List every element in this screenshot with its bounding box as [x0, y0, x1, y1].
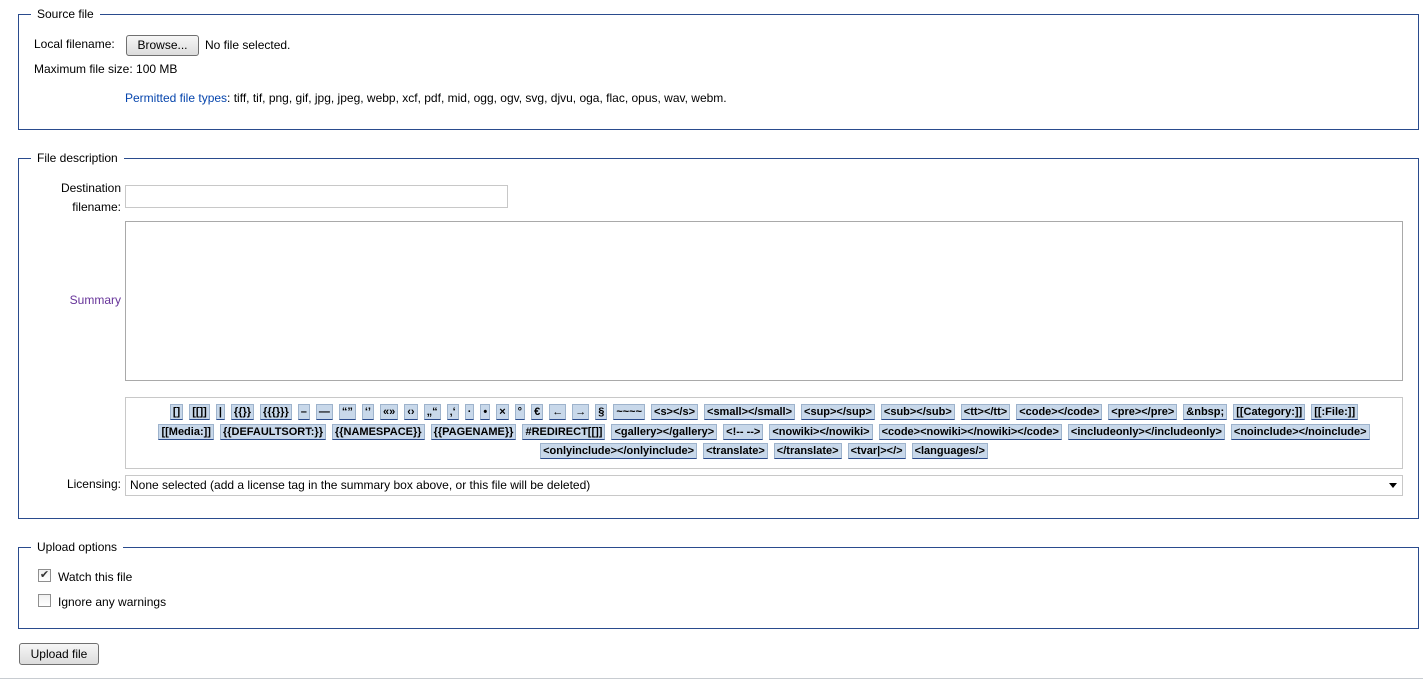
- special-char-button[interactable]: {{NAMESPACE}}: [331, 423, 425, 440]
- destination-label-line1: Destination: [60, 181, 121, 195]
- max-file-size-label: Maximum file size: 100 MB: [34, 62, 177, 77]
- special-char-button[interactable]: ‚‘: [446, 404, 459, 420]
- special-char-button[interactable]: <translate>: [703, 443, 768, 459]
- special-char-button[interactable]: <code><nowiki></nowiki></code>: [878, 423, 1062, 440]
- special-char-button[interactable]: €: [531, 404, 544, 420]
- watch-file-checkbox[interactable]: ✔: [38, 569, 51, 582]
- special-characters-toolbar: [] [[]] | {{}} {{{}}} – — “” ‘’ «» ‹› „“ ‚‘ · • × ° € ← → § ~…: [125, 397, 1403, 469]
- special-char-button[interactable]: [[]]: [189, 404, 210, 420]
- special-char-button[interactable]: <tvar|></>: [847, 443, 906, 459]
- special-char-button[interactable]: <noinclude></noinclude>: [1230, 423, 1370, 440]
- licensing-selected-value: None selected (add a license tag in the …: [130, 478, 591, 492]
- special-char-button[interactable]: ~~~~: [613, 404, 646, 420]
- destination-label: Destination filename:: [40, 179, 121, 217]
- browse-button[interactable]: Browse...: [126, 35, 199, 56]
- upload-options-fieldset: Upload options: [18, 540, 1419, 629]
- special-char-button[interactable]: <nowiki></nowiki>: [769, 423, 873, 440]
- max-size-value: 100 MB: [136, 62, 178, 76]
- special-char-button[interactable]: <tt></tt>: [960, 404, 1011, 420]
- special-char-button[interactable]: &nbsp;: [1183, 404, 1228, 420]
- special-char-button[interactable]: ·: [464, 404, 475, 420]
- special-char-button[interactable]: <sub></sub>: [880, 404, 955, 420]
- licensing-select[interactable]: None selected (add a license tag in the …: [125, 475, 1403, 496]
- special-char-button[interactable]: <includeonly></includeonly>: [1067, 423, 1225, 440]
- special-char-button[interactable]: |: [215, 404, 225, 420]
- special-char-button[interactable]: →: [572, 404, 590, 420]
- special-char-button[interactable]: „“: [423, 404, 441, 420]
- licensing-label: Licensing:: [66, 477, 121, 491]
- special-char-button[interactable]: ×: [496, 404, 509, 420]
- summary-label: Summary: [69, 293, 121, 307]
- no-file-selected-text: No file selected.: [205, 38, 291, 52]
- source-file-legend: Source file: [31, 7, 100, 21]
- special-char-button[interactable]: <code></code>: [1016, 404, 1103, 420]
- summary-textarea[interactable]: [125, 221, 1403, 381]
- special-char-button[interactable]: °: [514, 404, 526, 420]
- special-char-button[interactable]: <!-- -->: [723, 423, 764, 440]
- special-char-button[interactable]: §: [595, 404, 608, 420]
- chevron-down-icon: [1389, 483, 1397, 488]
- special-char-button[interactable]: <small></small>: [704, 404, 796, 420]
- max-size-label: Maximum file size:: [34, 62, 133, 76]
- special-char-button[interactable]: {{DEFAULTSORT:}}: [219, 423, 326, 440]
- special-char-button[interactable]: {{}}: [230, 404, 255, 420]
- special-char-button[interactable]: []: [169, 404, 184, 420]
- ignore-warnings-checkbox[interactable]: [38, 594, 51, 607]
- special-char-button[interactable]: [[:File:]]: [1311, 404, 1359, 420]
- special-char-button[interactable]: </translate>: [773, 443, 842, 459]
- permitted-types-list: : tiff, tif, png, gif, jpg, jpeg, webp, …: [227, 91, 727, 105]
- permitted-file-types: Permitted file types: tiff, tif, png, gi…: [125, 91, 727, 106]
- special-char-button[interactable]: <sup></sup>: [801, 404, 875, 420]
- special-char-button[interactable]: {{{}}}: [260, 404, 292, 420]
- destination-label-line2: filename:: [72, 200, 121, 214]
- source-file-fieldset: Source file: [18, 7, 1419, 130]
- special-char-button[interactable]: <languages/>: [911, 443, 988, 459]
- special-char-button[interactable]: <gallery></gallery>: [611, 423, 718, 440]
- special-char-button[interactable]: <s></s>: [651, 404, 699, 420]
- ignore-warnings-label: Ignore any warnings: [58, 595, 167, 609]
- special-char-button[interactable]: [[Media:]]: [158, 423, 214, 440]
- special-char-button[interactable]: •: [480, 404, 491, 420]
- special-char-button[interactable]: <onlyinclude></onlyinclude>: [540, 443, 698, 459]
- special-char-button[interactable]: ‘’: [361, 404, 374, 420]
- special-char-button[interactable]: {{PAGENAME}}: [430, 423, 517, 440]
- special-char-button[interactable]: <pre></pre>: [1108, 404, 1178, 420]
- special-char-button[interactable]: “”: [338, 404, 356, 420]
- file-description-legend: File description: [31, 151, 124, 165]
- special-char-button[interactable]: ←: [549, 404, 567, 420]
- check-icon: ✔: [39, 569, 50, 581]
- special-char-button[interactable]: #REDIRECT[[]]: [522, 423, 606, 440]
- special-char-button[interactable]: [[Category:]]: [1233, 404, 1306, 420]
- page-bottom-border: [0, 678, 1423, 679]
- special-char-button[interactable]: ‹›: [404, 404, 418, 420]
- permitted-file-types-link[interactable]: Permitted file types: [125, 91, 227, 105]
- special-char-button[interactable]: «»: [379, 404, 399, 420]
- watch-file-label: Watch this file: [58, 570, 133, 584]
- upload-file-button[interactable]: Upload file: [19, 643, 99, 665]
- special-char-button[interactable]: –: [297, 404, 310, 420]
- destination-filename-input[interactable]: [125, 185, 508, 208]
- local-filename-label: Local filename:: [34, 37, 115, 51]
- special-char-button[interactable]: —: [315, 404, 333, 420]
- upload-options-legend: Upload options: [31, 540, 124, 554]
